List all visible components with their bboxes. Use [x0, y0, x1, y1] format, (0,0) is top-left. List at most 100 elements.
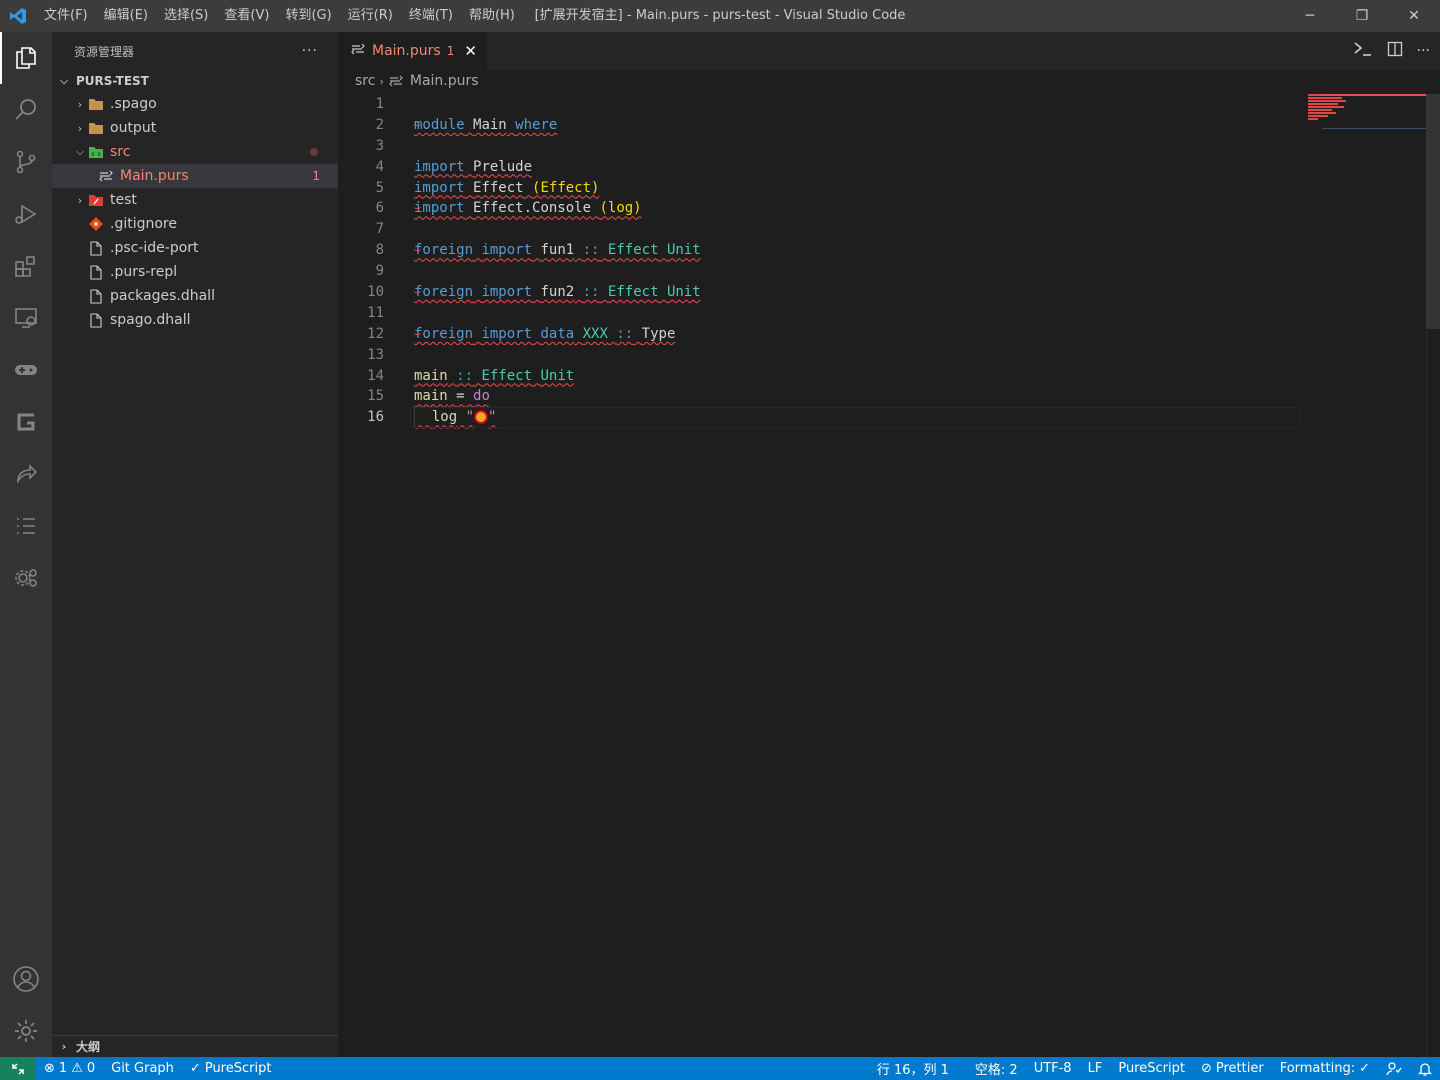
minimize-button[interactable]: ─	[1284, 0, 1336, 32]
language-mode[interactable]: PureScript	[1110, 1057, 1193, 1080]
tab-main-purs[interactable]: Main.purs 1 ✕	[338, 32, 487, 70]
run-debug-icon[interactable]	[0, 188, 52, 240]
menu-help[interactable]: 帮助(H)	[461, 0, 523, 32]
menu-selection[interactable]: 选择(S)	[156, 0, 216, 32]
extensions-icon[interactable]	[0, 240, 52, 292]
explorer-icon[interactable]	[0, 32, 52, 84]
manage-gear-icon[interactable]	[0, 1005, 52, 1057]
outline-section-header[interactable]: › 大纲	[52, 1035, 338, 1057]
search-icon[interactable]	[0, 84, 52, 136]
close-window-button[interactable]: ✕	[1388, 0, 1440, 32]
tree-item-packages-dhall[interactable]: packages.dhall	[52, 284, 338, 308]
file-icon	[88, 264, 104, 280]
code-line: 12 ‿	[338, 323, 1308, 345]
tab-problem-count: 1	[446, 44, 455, 58]
tree-item-output[interactable]: › output	[52, 116, 338, 140]
live-share-icon[interactable]	[0, 448, 52, 500]
gitlens-icon[interactable]	[0, 396, 52, 448]
scrollbar-thumb[interactable]	[1426, 94, 1440, 329]
more-actions-icon[interactable]: ···	[302, 43, 318, 59]
window-controls: ─ ❐ ✕	[1284, 0, 1440, 32]
menu-terminal[interactable]: 终端(T)	[401, 0, 461, 32]
line-number: 5	[375, 179, 384, 196]
sidebar-title: 资源管理器	[74, 44, 135, 59]
remote-explorer-icon[interactable]	[0, 292, 52, 344]
menu-edit[interactable]: 编辑(E)	[96, 0, 156, 32]
settings-sync-icon[interactable]	[0, 552, 52, 604]
gamepad-icon[interactable]	[0, 344, 52, 396]
chevron-down-icon: ⌵	[75, 145, 85, 158]
indentation[interactable]: 空格: 2	[967, 1057, 1026, 1080]
code-line: 8 ‿	[338, 239, 1308, 261]
problems-indicator[interactable]: ⊗ 1 ⚠ 0	[36, 1057, 103, 1080]
encoding[interactable]: UTF-8	[1026, 1057, 1080, 1080]
split-editor-icon[interactable]	[1387, 41, 1403, 61]
code-line: 10 ‿	[338, 281, 1308, 303]
chevron-right-icon: ›	[77, 97, 83, 111]
chevron-right-icon: ›	[61, 1040, 67, 1053]
run-terminal-icon[interactable]	[1353, 40, 1373, 62]
problem-count-badge: 1	[312, 169, 320, 183]
line-number: 8	[375, 242, 384, 259]
tree-item-spago-dhall[interactable]: spago.dhall	[52, 308, 338, 332]
remote-indicator-icon[interactable]	[0, 1057, 36, 1080]
line-number: 10	[367, 284, 384, 301]
tree-item-label: spago.dhall	[110, 312, 191, 328]
line-number: 11	[367, 304, 384, 321]
tree-item-purs-repl[interactable]: .purs-repl	[52, 260, 338, 284]
source-control-icon[interactable]	[0, 136, 52, 188]
error-squiggle-icon: ‿	[414, 239, 421, 253]
formatting-status[interactable]: Formatting: ✓	[1272, 1057, 1378, 1080]
tree-item-label: .gitignore	[110, 216, 177, 232]
menu-file[interactable]: 文件(F)	[36, 0, 96, 32]
code-editor[interactable]: 1 module Main where 2 ‿ 3 import Prelude …	[338, 94, 1308, 429]
restore-button[interactable]: ❐	[1336, 0, 1388, 32]
line-number: 14	[367, 367, 384, 384]
explorer-sidebar: 资源管理器 ··· ⌵ PURS-TEST › .spago › output …	[52, 32, 338, 1057]
end-of-line[interactable]: LF	[1080, 1057, 1111, 1080]
workspace-section-header[interactable]: ⌵ PURS-TEST	[52, 70, 338, 92]
workspace-title: PURS-TEST	[76, 74, 149, 88]
purescript-file-icon	[388, 75, 404, 87]
tree-item-main-purs[interactable]: Main.purs 1	[52, 164, 338, 188]
menu-run[interactable]: 运行(R)	[340, 0, 401, 32]
tree-item-label: .purs-repl	[110, 264, 178, 280]
prettier-status[interactable]: ⊘ Prettier	[1193, 1057, 1272, 1080]
code-line: 7 foreign import fun1 :: Effect Unit	[338, 219, 1308, 258]
tree-item-gitignore[interactable]: .gitignore	[52, 212, 338, 236]
more-actions-icon[interactable]: ···	[1417, 43, 1430, 59]
status-bar-right: 行 16，列 1 空格: 2 UTF-8 LF PureScript ⊘ Pre…	[869, 1057, 1440, 1080]
notifications-bell-icon[interactable]	[1410, 1057, 1440, 1080]
close-icon[interactable]: ✕	[464, 42, 477, 60]
menu-view[interactable]: 查看(V)	[216, 0, 277, 32]
prettier-label: Prettier	[1215, 1061, 1264, 1076]
tree-item-spago[interactable]: › .spago	[52, 92, 338, 116]
code-line: 5 import Effect.Console (log)	[338, 178, 1308, 217]
list-icon[interactable]	[0, 500, 52, 552]
line-number: 2	[375, 116, 384, 133]
scrollbar-error-marker	[1322, 94, 1440, 96]
chevron-right-icon: ›	[379, 74, 384, 88]
account-icon[interactable]	[0, 953, 52, 1005]
tree-item-src[interactable]: ⌵ src	[52, 140, 338, 164]
outline-title: 大纲	[76, 1040, 101, 1054]
purescript-status-label: PureScript	[204, 1061, 272, 1076]
tab-bar: Main.purs 1 ✕ ···	[338, 32, 1440, 70]
git-graph-button[interactable]: Git Graph	[103, 1057, 182, 1080]
purescript-status[interactable]: ✓ PureScript	[182, 1057, 280, 1080]
tree-item-test[interactable]: › test	[52, 188, 338, 212]
breadcrumb-file[interactable]: Main.purs	[410, 73, 479, 89]
feedback-icon[interactable]	[1378, 1057, 1410, 1080]
menu-go[interactable]: 转到(G)	[277, 0, 339, 32]
prohibited-icon: ⊘	[1200, 1061, 1212, 1076]
cursor-position[interactable]: 行 16，列 1	[869, 1057, 967, 1080]
tab-label: Main.purs	[372, 43, 441, 59]
error-squiggle-icon: ‿	[414, 281, 421, 295]
breadcrumb-folder[interactable]: src	[355, 73, 375, 89]
breadcrumb: src › Main.purs	[338, 70, 1440, 92]
tree-item-psc-ide-port[interactable]: .psc-ide-port	[52, 236, 338, 260]
code-line: 6 ‿	[338, 197, 1308, 219]
line-number: 1	[375, 96, 384, 112]
vscode-logo-icon	[0, 0, 36, 32]
code-line: 3 import Prelude	[338, 136, 1308, 175]
